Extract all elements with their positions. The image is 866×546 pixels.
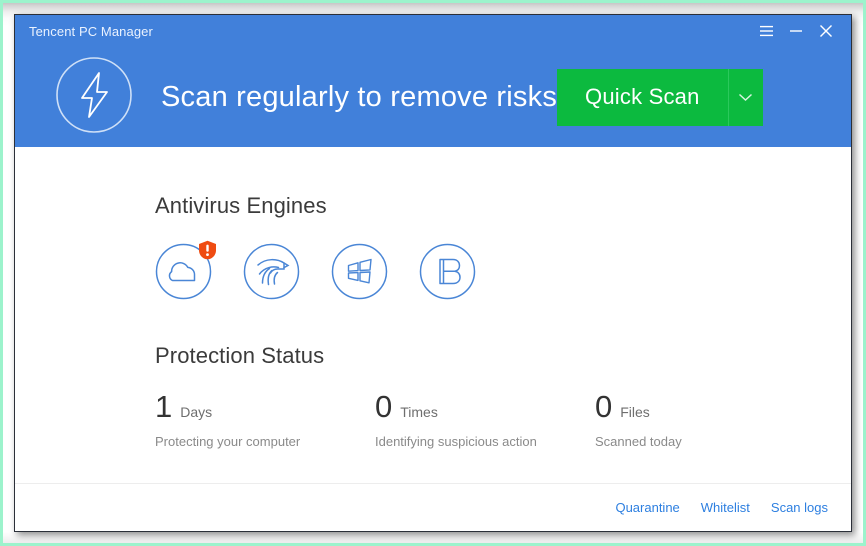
chevron-down-icon[interactable]	[727, 68, 763, 126]
stat-value: 0	[375, 389, 393, 424]
cloud-engine[interactable]	[155, 240, 216, 300]
stat-suspicious-times: 0 Times Identifying suspicious action	[375, 391, 595, 449]
banner-headline: Scan regularly to remove risks	[161, 80, 558, 113]
footer-links: Quarantine Whitelist Scan logs	[615, 500, 828, 515]
quick-scan-button[interactable]: Quick Scan	[557, 69, 728, 126]
banner-body: Scan regularly to remove risks Quick Sca…	[15, 47, 851, 147]
stat-unit: Days	[180, 404, 213, 420]
header-banner: Tencent PC Manager Scan regularly to rem…	[15, 15, 851, 147]
footer-bar: Quarantine Whitelist Scan logs	[15, 483, 851, 531]
stats-row: 1 Days Protecting your computer 0 Times …	[155, 391, 815, 449]
quick-scan-group: Quick Scan	[557, 68, 763, 126]
stat-unit: Files	[620, 404, 650, 420]
whitelist-link[interactable]: Whitelist	[701, 500, 750, 515]
close-icon[interactable]	[811, 16, 841, 46]
scan-logs-link[interactable]: Scan logs	[771, 500, 828, 515]
application-window: Tencent PC Manager Scan regularly to rem…	[14, 14, 852, 532]
title-bar[interactable]: Tencent PC Manager	[15, 15, 851, 47]
stat-caption: Protecting your computer	[155, 434, 301, 449]
engine-list	[155, 240, 476, 300]
window-title: Tencent PC Manager	[29, 23, 153, 39]
antivirus-engines-title: Antivirus Engines	[155, 193, 327, 218]
content-area: Antivirus Engines Protection Status 1 Da…	[15, 147, 851, 483]
lightning-bolt-shield-icon	[55, 56, 133, 139]
alert-badge	[198, 240, 217, 260]
antivirus-engines-section: Antivirus Engines	[155, 193, 476, 300]
hamburger-menu-icon[interactable]	[751, 16, 781, 46]
stat-protecting-days: 1 Days Protecting your computer	[155, 391, 375, 449]
stat-value: 0	[595, 389, 613, 424]
window-controls	[751, 15, 851, 47]
desktop-backdrop-bottom	[0, 532, 866, 546]
eagle-engine[interactable]	[243, 243, 300, 300]
protection-status-title: Protection Status	[155, 343, 325, 368]
windows-defender-engine[interactable]	[331, 243, 388, 300]
stat-caption: Identifying suspicious action	[375, 434, 537, 449]
quarantine-link[interactable]: Quarantine	[615, 500, 679, 515]
stat-value: 1	[155, 389, 173, 424]
protection-status-section: Protection Status 1 Days Protecting your…	[155, 343, 815, 449]
stat-scanned-files: 0 Files Scanned today	[595, 391, 815, 449]
minimize-icon[interactable]	[781, 16, 811, 46]
stat-unit: Times	[400, 404, 438, 420]
stat-caption: Scanned today	[595, 434, 682, 449]
bitdefender-engine[interactable]	[419, 243, 476, 300]
